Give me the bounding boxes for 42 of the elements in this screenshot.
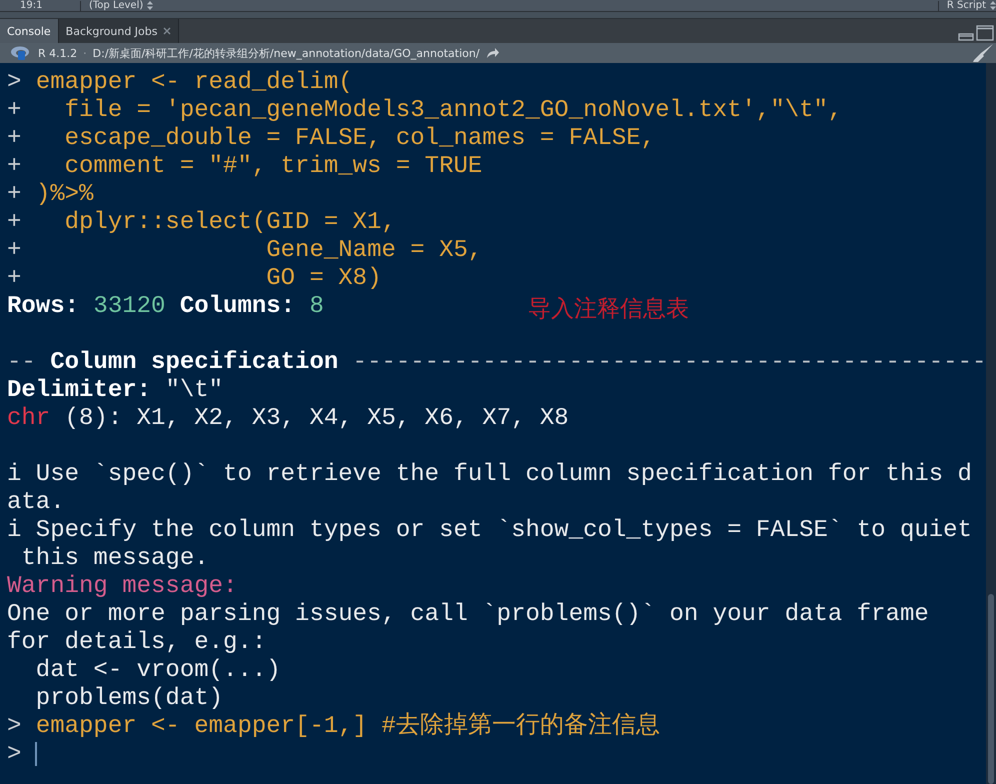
console-line: + )%>% bbox=[7, 181, 94, 209]
tab[interactable]: Background Jobs bbox=[58, 19, 180, 43]
text-cursor bbox=[35, 742, 38, 766]
r-version: R 4.1.2 bbox=[38, 46, 78, 60]
console-line: + file = 'pecan_geneModels3_annot2_GO_noNovel.txt',"\t", bbox=[7, 97, 844, 125]
scrollbar-thumb[interactable] bbox=[988, 594, 994, 784]
console-line: problems(dat) bbox=[34, 685, 224, 713]
console-line: -- Column specification -------------------------------------------- bbox=[7, 349, 986, 377]
r-logo-icon bbox=[10, 46, 30, 60]
console-line: i Use `spec()` to retrieve the full column specification for this d bbox=[7, 461, 973, 489]
separator-dot: · bbox=[83, 46, 87, 60]
annotation-note: 导入注释信息表 bbox=[528, 295, 689, 323]
console-prompt: > bbox=[7, 741, 22, 768]
console-line: + comment = "#", trim_ws = TRUE bbox=[7, 153, 484, 181]
close-icon[interactable] bbox=[163, 27, 172, 35]
console-line: dat <- vroom(...) bbox=[34, 657, 282, 685]
minimize-icon[interactable] bbox=[958, 31, 974, 41]
console-line: > emapper <- read_delim( bbox=[7, 69, 354, 97]
console-line: One or more parsing issues, call `problems()` on your data frame bbox=[7, 601, 930, 629]
up-down-arrows-icon bbox=[147, 1, 154, 10]
console-line: Rows: 33120 Columns: 8 bbox=[7, 293, 324, 320]
console-line: > emapper <- emapper[-1,] #去除掉第一行的备注信息 bbox=[7, 713, 661, 741]
scope-selector[interactable]: (Top Level) bbox=[81, 1, 148, 11]
console-line: ata. bbox=[7, 489, 66, 517]
go-to-directory-icon[interactable] bbox=[486, 47, 500, 59]
console-line: chr (8): X1, X2, X3, X4, X5, X6, X7, X8 bbox=[7, 405, 570, 433]
console-line: this message. bbox=[20, 545, 210, 573]
up-down-arrows-icon bbox=[990, 1, 996, 10]
cursor-position: 19:1 bbox=[0, 1, 81, 11]
tab[interactable]: Console bbox=[0, 19, 59, 43]
console-line: + escape_double = FALSE, col_names = FALSE, bbox=[7, 125, 656, 153]
working-directory: D:/新桌面/科研工作/花的转录组分析/new_annotation/data/GO_annotation/ bbox=[92, 46, 480, 60]
console-line: for details, e.g.: bbox=[7, 629, 268, 657]
console-line: + dplyr::select(GID = X1, bbox=[7, 209, 397, 237]
maximize-icon[interactable] bbox=[976, 25, 994, 41]
console-line: + Gene_Name = X5, bbox=[7, 237, 484, 265]
console-line: Warning message: bbox=[7, 573, 238, 601]
scrollbar[interactable] bbox=[986, 63, 996, 784]
console-line: i Specify the column types or set `show_col_types = FALSE` to quiet bbox=[7, 517, 973, 545]
console-line: Delimiter: "\t" bbox=[7, 377, 224, 405]
broom-icon[interactable] bbox=[972, 43, 994, 63]
console-line: + GO = X8) bbox=[7, 265, 382, 293]
